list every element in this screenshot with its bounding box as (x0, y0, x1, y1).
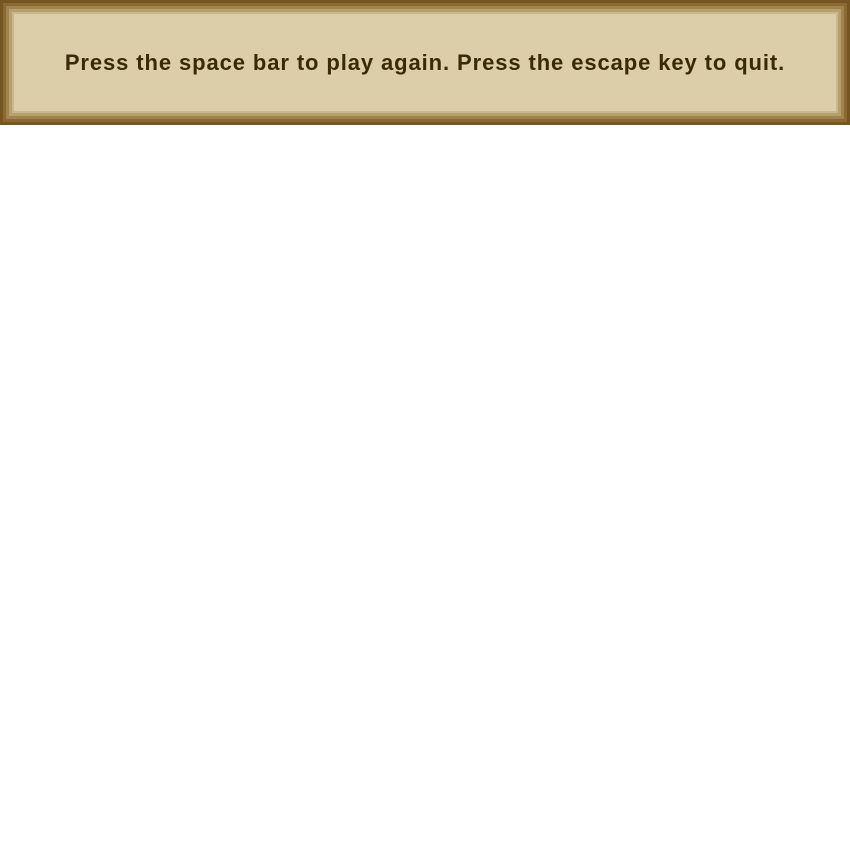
banner-bevel-inner: Press the space bar to play again. Press… (12, 12, 838, 113)
game-over-prompt: Press the space bar to play again. Press… (64, 50, 786, 75)
message-banner: Press the space bar to play again. Press… (0, 0, 850, 125)
banner-frame: Press the space bar to play again. Press… (3, 3, 847, 122)
banner-panel: Press the space bar to play again. Press… (14, 14, 836, 111)
play-area[interactable] (0, 125, 850, 850)
game-screen: Press the space bar to play again. Press… (0, 0, 850, 850)
banner-frame-inner: Press the space bar to play again. Press… (6, 6, 844, 119)
banner-bevel: Press the space bar to play again. Press… (9, 9, 841, 116)
